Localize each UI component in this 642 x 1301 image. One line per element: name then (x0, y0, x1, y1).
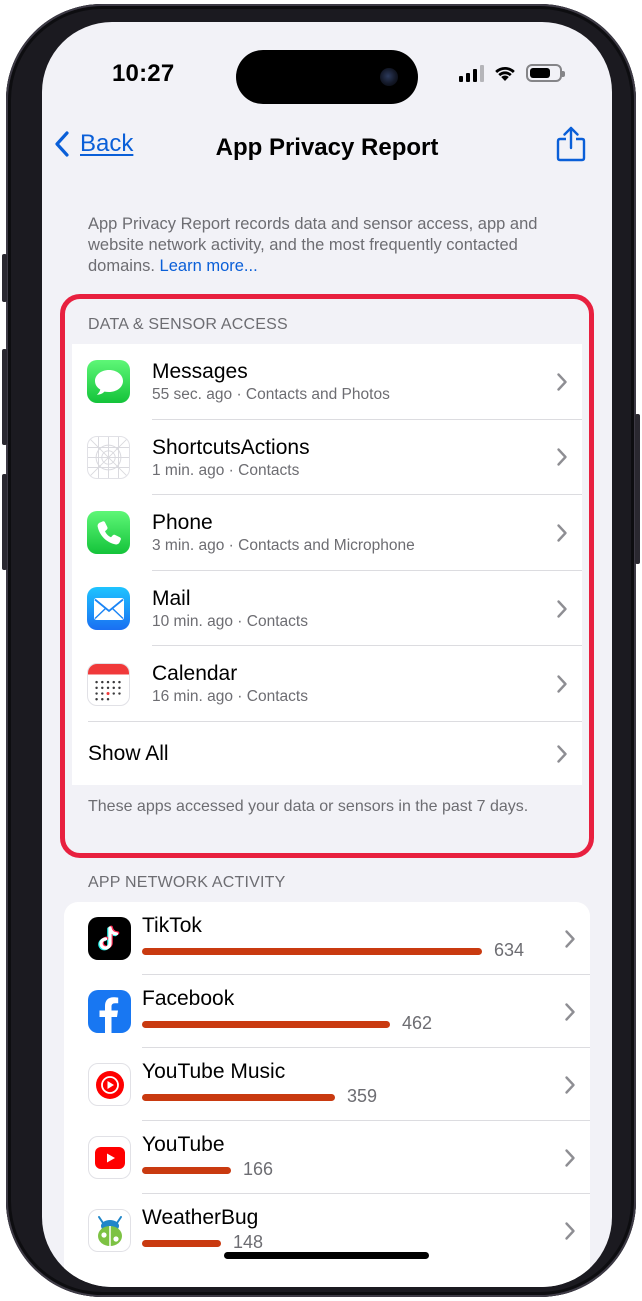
list-item-youtube-music[interactable]: YouTube Music 359 (64, 1048, 590, 1121)
list-item-shortcutsactions[interactable]: ShortcutsActions 1 min. ago · Contacts (72, 420, 582, 496)
chevron-right-icon (557, 524, 567, 542)
calendar-icon (87, 662, 130, 706)
weatherbug-icon (88, 1209, 131, 1252)
app-name: Facebook (142, 987, 235, 1010)
chevron-right-icon (557, 448, 567, 467)
data-sensor-footer: These apps accessed your data or sensors… (88, 798, 529, 815)
share-icon (556, 126, 586, 162)
volume-up-button (2, 349, 7, 445)
navigation-bar: Back App Privacy Report (42, 126, 612, 172)
chevron-right-icon (565, 929, 575, 948)
list-item-calendar[interactable]: Calendar 16 min. ago · Contacts (72, 646, 582, 722)
activity-bar (142, 1167, 231, 1174)
mail-icon (87, 587, 130, 631)
network-activity-list: TikTok 634 Facebook 462 YouTube Music 35… (64, 902, 590, 1287)
status-time: 10:27 (112, 60, 175, 87)
app-name: YouTube (142, 1133, 225, 1156)
front-camera-icon (380, 68, 398, 86)
activity-bar (142, 1021, 390, 1028)
dynamic-island (236, 50, 418, 104)
intro-text: App Privacy Report records data and sens… (88, 214, 578, 277)
chevron-right-icon (565, 1075, 575, 1094)
chevron-right-icon (565, 1002, 575, 1021)
section-header-network: APP NETWORK ACTIVITY (88, 874, 286, 891)
app-name: Phone (152, 511, 213, 535)
learn-more-link[interactable]: Learn more... (160, 257, 258, 275)
show-all-label: Show All (88, 741, 169, 765)
list-item-mail[interactable]: Mail 10 min. ago · Contacts (72, 571, 582, 647)
activity-bar (142, 1094, 335, 1101)
app-access-detail: 1 min. ago · Contacts (152, 461, 300, 479)
status-icons (459, 64, 565, 82)
list-item-facebook[interactable]: Facebook 462 (64, 975, 590, 1048)
app-access-detail: 10 min. ago · Contacts (152, 612, 308, 630)
youtube-music-icon (88, 1063, 131, 1106)
messages-icon (87, 360, 130, 404)
app-access-detail: 55 sec. ago · Contacts and Photos (152, 386, 390, 403)
activity-count: 462 (402, 1013, 433, 1033)
app-name: WeatherBug (142, 1206, 259, 1229)
tiktok-icon (88, 917, 131, 960)
activity-bar (142, 1240, 221, 1247)
section-header-data-sensor: DATA & SENSOR ACCESS (88, 316, 288, 333)
app-name: YouTube Music (142, 1060, 286, 1083)
app-name: TikTok (142, 914, 202, 937)
share-button[interactable] (556, 126, 586, 167)
chevron-right-icon (557, 675, 567, 693)
app-access-detail: 3 min. ago · Contacts and Microphone (152, 537, 415, 555)
chevron-right-icon (557, 599, 567, 618)
activity-count: 148 (233, 1232, 264, 1252)
intro-description: App Privacy Report records data and sens… (88, 215, 538, 275)
phone-frame: 10:27 Back App Privacy Report App Privac… (2, 4, 640, 1297)
volume-down-button (2, 474, 7, 570)
phone-icon (87, 511, 130, 555)
data-sensor-list: Messages 55 sec. ago · Contacts and Phot… (72, 344, 582, 785)
activity-count: 359 (347, 1086, 378, 1106)
battery-icon (526, 64, 565, 82)
chevron-right-icon (557, 745, 567, 763)
shortcuts-actions-icon (87, 435, 130, 479)
chevron-right-icon (565, 1221, 575, 1240)
youtube-icon (88, 1136, 131, 1179)
app-name: Messages (152, 360, 248, 383)
list-item-phone[interactable]: Phone 3 min. ago · Contacts and Micropho… (72, 495, 582, 571)
screen: 10:27 Back App Privacy Report App Privac… (42, 22, 612, 1287)
list-item-messages[interactable]: Messages 55 sec. ago · Contacts and Phot… (72, 344, 582, 420)
cellular-signal-icon (459, 64, 484, 82)
app-name: Calendar (152, 662, 238, 686)
show-all-button[interactable]: Show All (72, 722, 582, 785)
page-title: App Privacy Report (215, 134, 439, 161)
list-item-tiktok[interactable]: TikTok 634 (64, 902, 590, 975)
app-name: Mail (152, 586, 191, 610)
facebook-icon (88, 990, 131, 1033)
app-access-detail: 16 min. ago · Contacts (152, 688, 308, 706)
activity-count: 634 (494, 940, 525, 960)
list-item-youtube[interactable]: YouTube 166 (64, 1121, 590, 1194)
wifi-icon (495, 66, 515, 81)
action-button (2, 254, 7, 302)
chevron-right-icon (557, 373, 567, 391)
activity-bar (142, 948, 482, 955)
power-button (635, 414, 640, 564)
app-name: ShortcutsActions (152, 435, 310, 459)
activity-count: 166 (243, 1159, 274, 1179)
chevron-right-icon (565, 1148, 575, 1167)
home-indicator[interactable] (224, 1252, 429, 1259)
